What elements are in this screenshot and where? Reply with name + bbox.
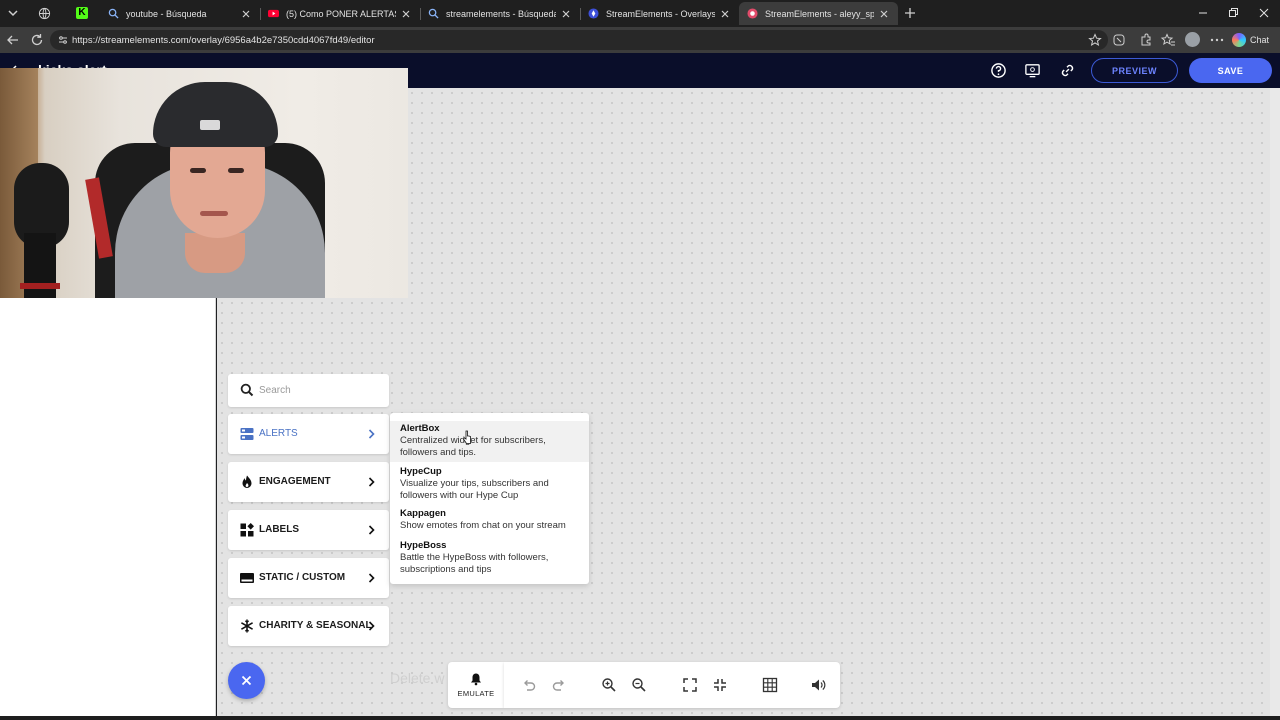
static-icon [240, 573, 254, 583]
close-tab-icon[interactable] [719, 8, 731, 20]
flame-icon [242, 475, 252, 488]
minimize-icon[interactable] [1196, 6, 1210, 20]
widget-kappagen[interactable]: Kappagen Show emotes from chat on your s… [390, 508, 589, 535]
copilot-chat-button[interactable]: Chat [1232, 30, 1276, 50]
close-widget-menu-button[interactable] [228, 662, 265, 699]
search-icon [240, 383, 254, 397]
grid-icon[interactable] [762, 677, 778, 693]
tab-youtube-search[interactable]: youtube - Búsqueda [100, 2, 260, 25]
canvas-toolbar [504, 662, 840, 708]
tab-search-icon[interactable] [4, 4, 22, 22]
volume-icon[interactable] [810, 677, 826, 693]
zoom-in-icon[interactable] [601, 677, 617, 693]
category-charity-seasonal[interactable]: CHARITY & SEASONAL [228, 606, 389, 646]
site-info-icon[interactable] [57, 34, 69, 46]
browser-tabstrip: K youtube - Búsqueda (5) Como PONER ALER… [0, 0, 1280, 27]
tab-streamelements-search[interactable]: streamelements - Búsqueda [420, 2, 580, 25]
category-labels[interactable]: LABELS [228, 510, 389, 550]
more-menu-icon[interactable] [1209, 32, 1225, 48]
copilot-icon [1232, 33, 1246, 47]
chevron-right-icon [368, 477, 375, 487]
help-icon[interactable] [990, 62, 1007, 79]
preview-button[interactable]: PREVIEW [1091, 58, 1178, 83]
widget-hypecup[interactable]: HypeCup Visualize your tips, subscribers… [390, 466, 589, 504]
search-icon [108, 8, 119, 19]
zoom-out-icon[interactable] [631, 677, 647, 693]
category-alerts[interactable]: ALERTS [228, 414, 389, 454]
undo-icon[interactable] [521, 677, 537, 693]
kick-tab-icon[interactable]: K [76, 7, 88, 19]
favorites-icon[interactable] [1160, 32, 1176, 48]
category-engagement[interactable]: ENGAGEMENT [228, 462, 389, 502]
redo-icon[interactable] [551, 677, 567, 693]
close-tab-icon[interactable] [400, 8, 412, 20]
widget-alertbox[interactable]: AlertBox Centralized widget for subscrib… [390, 421, 589, 462]
url-text: https://streamelements.com/overlay/6956a… [72, 35, 375, 46]
chevron-right-icon [368, 621, 375, 631]
chevron-right-icon [368, 525, 375, 535]
link-icon[interactable] [1059, 62, 1076, 79]
close-icon [241, 675, 252, 686]
webcam-video [0, 68, 408, 298]
globe-icon[interactable] [38, 7, 51, 20]
close-tab-icon[interactable] [560, 8, 572, 20]
search-icon [428, 8, 439, 19]
extensions-puzzle-icon[interactable] [1138, 32, 1154, 48]
bookmark-star-icon[interactable] [1088, 33, 1102, 47]
chevron-right-icon [368, 429, 375, 439]
alerts-icon [240, 428, 254, 440]
close-tab-icon[interactable] [240, 8, 252, 20]
widget-search-input[interactable] [259, 381, 379, 400]
category-static-custom[interactable]: STATIC / CUSTOM [228, 558, 389, 598]
emulate-button[interactable]: EMULATE [448, 662, 504, 708]
labels-icon [240, 523, 254, 537]
extension-icon[interactable] [1111, 32, 1127, 48]
address-bar[interactable]: https://streamelements.com/overlay/6956a… [50, 30, 1108, 50]
youtube-icon [268, 9, 279, 18]
bell-icon [471, 673, 481, 686]
alerts-widget-submenu: AlertBox Centralized widget for subscrib… [390, 413, 589, 584]
restore-icon[interactable] [1226, 6, 1240, 20]
back-icon[interactable] [5, 32, 21, 48]
collapse-icon[interactable] [712, 677, 728, 693]
tab-streamelements-overlays[interactable]: StreamElements - Overlays [580, 2, 739, 25]
delete-hint-text: Delete w [390, 670, 445, 686]
new-tab-icon[interactable] [903, 6, 917, 20]
screen-settings-icon[interactable] [1024, 62, 1041, 79]
close-tab-icon[interactable] [878, 8, 890, 20]
save-button[interactable]: SAVE [1189, 58, 1272, 83]
canvas-scrollbar[interactable] [1270, 88, 1280, 720]
snowflake-icon [241, 619, 253, 633]
widget-search [228, 374, 389, 407]
mouse-cursor-icon [463, 430, 471, 444]
streamelements-icon [747, 8, 758, 19]
close-window-icon[interactable] [1257, 6, 1271, 20]
streamelements-icon [588, 8, 599, 19]
reload-icon[interactable] [29, 32, 45, 48]
fit-screen-icon[interactable] [682, 677, 698, 693]
profile-avatar[interactable] [1185, 32, 1200, 47]
chevron-right-icon [368, 573, 375, 583]
tab-youtube-video[interactable]: (5) Como PONER ALERTAS de KICK [260, 2, 420, 25]
browser-toolbar: https://streamelements.com/overlay/6956a… [0, 27, 1280, 53]
widget-hypeboss[interactable]: HypeBoss Battle the HypeBoss with follow… [390, 540, 589, 578]
tab-streamelements-editor[interactable]: StreamElements - aleyy_sp [739, 2, 898, 25]
